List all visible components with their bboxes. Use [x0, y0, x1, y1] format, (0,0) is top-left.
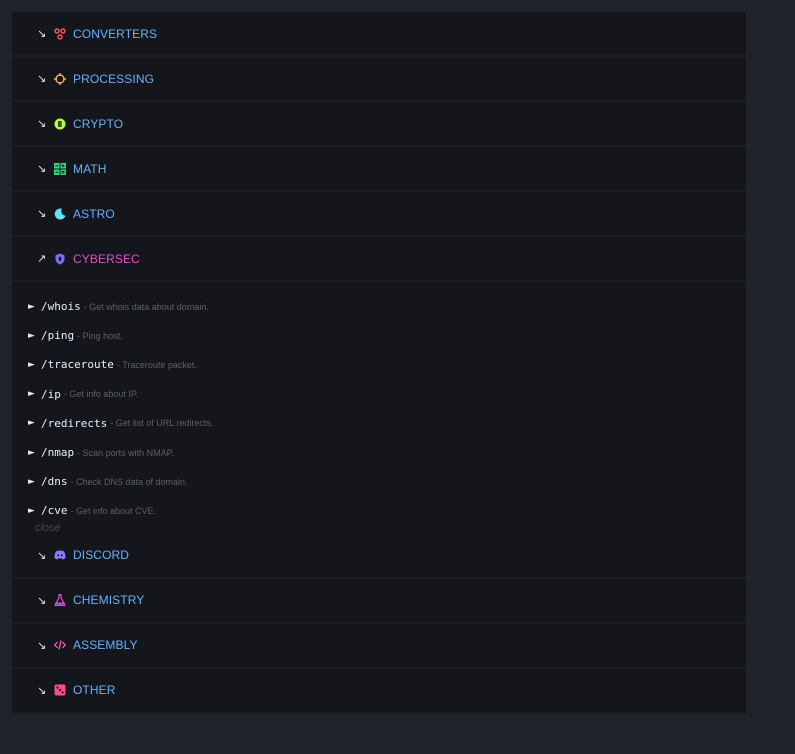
command-description: - Get whois data about domain. [83, 301, 209, 312]
math-icon [54, 162, 66, 175]
section-cybersec[interactable]: ↗ CYBERSEC [12, 237, 746, 282]
command-description: - Get info about IP. [63, 389, 139, 400]
crypto-icon [54, 118, 66, 130]
expand-arrow-icon: ↘ [37, 207, 47, 220]
expand-arrow-icon: ↘ [37, 72, 47, 85]
list-item[interactable]: ► /ping - Ping host. [12, 321, 746, 350]
section-label: MATH [73, 161, 107, 176]
section-converters[interactable]: ↘ CONVERTERS [12, 12, 746, 57]
play-icon: ► [28, 505, 35, 516]
section-label: CYBERSEC [73, 251, 140, 266]
command-description: - Get list of URL redirects. [110, 418, 214, 429]
command-name: /ping [41, 329, 75, 343]
play-icon: ► [28, 359, 35, 370]
expand-arrow-icon: ↘ [37, 27, 47, 40]
command-name: /cve [41, 504, 68, 518]
list-item[interactable]: ► /nmap - Scan ports with NMAP. [12, 438, 746, 467]
list-item[interactable]: ► /ip - Get info about IP. [12, 380, 746, 409]
command-categories: ↘ CONVERTERS ↘ PROCESSING ↘ CRYPTO ↘ MAT… [12, 12, 746, 714]
list-item[interactable]: ► /traceroute - Traceroute packet. [12, 350, 746, 379]
list-item[interactable]: ► /dns - Check DNS data of domain. [12, 467, 746, 496]
section-label: OTHER [73, 683, 116, 697]
section-assembly[interactable]: ↘ ASSEMBLY [12, 623, 746, 669]
processing-icon [54, 72, 66, 85]
collapse-arrow-icon: ↗ [37, 252, 47, 265]
section-label: CHEMISTRY [73, 593, 145, 607]
play-icon: ► [28, 301, 35, 312]
play-icon: ► [28, 447, 35, 458]
section-astro[interactable]: ↘ ASTRO [12, 192, 746, 237]
expand-arrow-icon: ↘ [37, 593, 47, 607]
code-icon [54, 639, 66, 651]
expand-arrow-icon: ↘ [37, 638, 47, 652]
expand-arrow-icon: ↘ [37, 162, 47, 175]
dice-icon [54, 684, 66, 696]
play-icon: ► [28, 330, 35, 341]
section-other[interactable]: ↘ OTHER [12, 668, 746, 714]
play-icon: ► [28, 476, 35, 487]
command-description: - Get info about CVE. [70, 505, 157, 516]
section-label: ASSEMBLY [73, 638, 138, 652]
play-icon: ► [28, 418, 35, 429]
discord-icon [54, 549, 66, 561]
command-description: - Check DNS data of domain. [70, 476, 188, 487]
section-processing[interactable]: ↘ PROCESSING [12, 57, 746, 102]
section-label: CONVERTERS [73, 26, 158, 41]
section-math[interactable]: ↘ MATH [12, 147, 746, 192]
expand-arrow-icon: ↘ [37, 117, 47, 130]
command-name: /ip [41, 387, 61, 401]
expand-arrow-icon: ↘ [37, 683, 47, 697]
shield-icon [54, 253, 66, 265]
section-label: PROCESSING [73, 71, 155, 86]
cybersec-command-list: ► /whois - Get whois data about domain. … [12, 282, 746, 534]
section-label: ASTRO [73, 206, 115, 221]
command-description: - Traceroute packet. [116, 359, 197, 370]
list-item[interactable]: ► /redirects - Get list of URL redirects… [12, 409, 746, 438]
moon-icon [54, 208, 66, 220]
section-label: DISCORD [73, 548, 130, 562]
command-name: /whois [41, 300, 81, 314]
flask-icon [54, 594, 66, 606]
command-description: - Ping host. [77, 330, 123, 341]
section-chemistry[interactable]: ↘ CHEMISTRY [12, 578, 746, 624]
play-icon: ► [28, 389, 35, 400]
command-name: /nmap [41, 446, 75, 460]
section-label: CRYPTO [73, 116, 124, 131]
command-name: /dns [41, 475, 68, 489]
list-item[interactable]: ► /whois - Get whois data about domain. [12, 292, 746, 321]
expand-arrow-icon: ↘ [37, 548, 47, 562]
command-description: - Scan ports with NMAP. [77, 447, 174, 458]
close-link[interactable]: close [12, 522, 746, 534]
section-discord[interactable]: ↘ DISCORD [12, 533, 746, 579]
section-crypto[interactable]: ↘ CRYPTO [12, 102, 746, 147]
command-name: /traceroute [41, 358, 114, 372]
converters-icon [54, 27, 66, 40]
command-name: /redirects [41, 416, 108, 430]
